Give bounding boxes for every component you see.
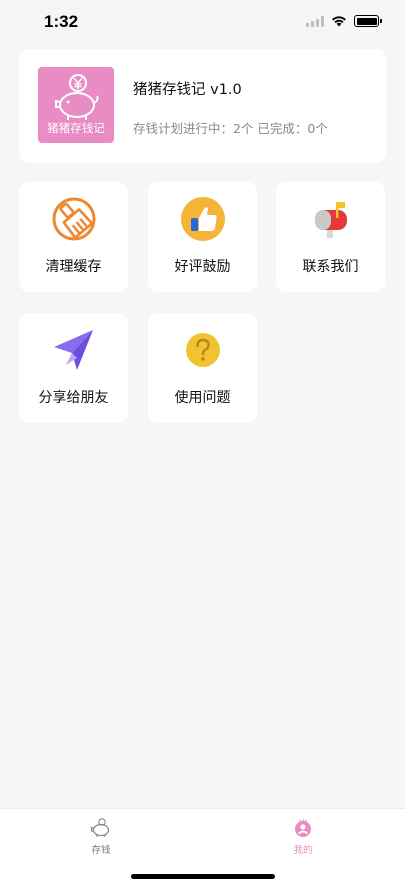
tab-savings[interactable]: 存钱 — [71, 817, 131, 856]
app-name-version: 猪猪存钱记 v1.0 — [133, 82, 242, 98]
paper-plane-icon — [51, 327, 97, 373]
tile-label: 联系我们 — [302, 259, 359, 275]
tab-label: 存钱 — [91, 845, 111, 856]
rate-app-button[interactable]: 好评鼓励 — [148, 182, 257, 292]
mailbox-icon — [308, 196, 354, 242]
cellular-signal-icon — [306, 15, 324, 27]
clear-cache-button[interactable]: 清理缓存 — [19, 182, 128, 292]
tab-label: 我的 — [293, 845, 313, 856]
status-icons — [306, 15, 382, 27]
contact-us-button[interactable]: 联系我们 — [276, 182, 385, 292]
battery-icon — [354, 15, 382, 27]
broom-icon — [51, 196, 97, 242]
app-logo-caption: 猪猪存钱记 — [47, 121, 105, 135]
app-logo: 猪猪存钱记 — [38, 67, 114, 143]
faq-button[interactable]: 使用问题 — [148, 313, 257, 423]
piggy-bank-icon — [90, 818, 110, 837]
tile-label: 分享给朋友 — [38, 390, 109, 406]
profile-icon — [295, 819, 311, 837]
status-bar: 1:32 — [0, 0, 405, 46]
tile-label: 使用问题 — [174, 390, 231, 406]
home-indicator — [131, 874, 275, 879]
wifi-icon — [332, 16, 346, 27]
question-icon — [180, 327, 226, 373]
thumbs-up-icon — [180, 196, 226, 242]
tab-profile[interactable]: 我的 — [273, 817, 333, 856]
piggy-bank-logo-icon — [55, 74, 99, 120]
app-info-card: 猪猪存钱记 猪猪存钱记 v1.0 存钱计划进行中：2个 已完成：0个 — [19, 49, 386, 163]
tile-label: 清理缓存 — [45, 259, 102, 275]
tile-label: 好评鼓励 — [174, 259, 231, 275]
plans-summary: 存钱计划进行中：2个 已完成：0个 — [133, 121, 328, 136]
share-button[interactable]: 分享给朋友 — [19, 313, 128, 423]
status-time: 1:32 — [44, 12, 79, 31]
